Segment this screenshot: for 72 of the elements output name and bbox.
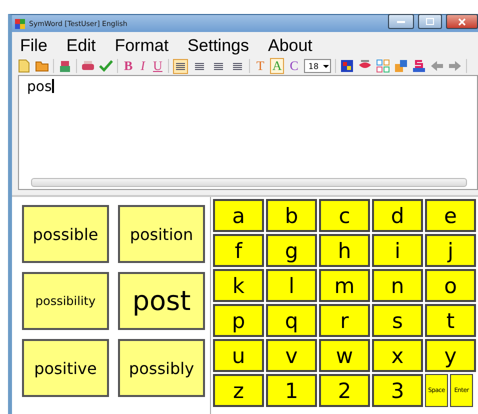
align-icon bbox=[176, 62, 186, 70]
word-prediction[interactable]: possibly bbox=[118, 339, 205, 397]
letter-key[interactable]: c bbox=[319, 199, 370, 232]
paint-icon[interactable] bbox=[394, 59, 408, 73]
word-prediction[interactable]: position bbox=[118, 205, 205, 263]
letter-s-icon[interactable] bbox=[412, 59, 426, 73]
letter-key[interactable]: v bbox=[266, 339, 317, 372]
letter-key[interactable]: 2 bbox=[319, 374, 370, 407]
close-icon bbox=[458, 18, 466, 26]
letter-key[interactable]: p bbox=[213, 304, 264, 337]
left-arrow-icon[interactable] bbox=[430, 59, 444, 73]
word-prediction[interactable]: positive bbox=[22, 339, 109, 397]
text-editor[interactable]: pos bbox=[18, 75, 478, 190]
menu-item[interactable]: File bbox=[20, 36, 48, 56]
align-icon bbox=[214, 62, 224, 70]
letter-key[interactable]: a bbox=[213, 199, 264, 232]
save-icon[interactable] bbox=[58, 59, 72, 73]
letter-key[interactable]: z bbox=[213, 374, 264, 407]
word-prediction[interactable]: post bbox=[118, 272, 205, 330]
app-icon bbox=[15, 18, 25, 28]
letter-key[interactable]: j bbox=[425, 234, 476, 267]
letter-key[interactable]: r bbox=[319, 304, 370, 337]
grid-icon[interactable] bbox=[376, 59, 390, 73]
minimize-button[interactable] bbox=[388, 14, 414, 29]
format-button[interactable]: U bbox=[151, 58, 164, 74]
letter-key[interactable]: y bbox=[425, 339, 476, 372]
letter-key[interactable]: n bbox=[372, 269, 423, 302]
menu-item[interactable]: Settings bbox=[188, 36, 249, 56]
minimize-icon bbox=[397, 20, 405, 23]
letter-key[interactable]: s bbox=[372, 304, 423, 337]
letter-key[interactable]: b bbox=[266, 199, 317, 232]
letter-key[interactable]: g bbox=[266, 234, 317, 267]
printer-icon[interactable] bbox=[81, 59, 95, 73]
align-icon bbox=[195, 62, 204, 70]
word-prediction[interactable]: possibility bbox=[22, 272, 109, 330]
right-arrow-icon[interactable] bbox=[448, 59, 462, 73]
format-button[interactable]: I bbox=[138, 58, 148, 74]
menu-item[interactable]: About bbox=[268, 36, 312, 56]
document-text: pos bbox=[26, 78, 52, 95]
letter-key[interactable]: d bbox=[372, 199, 423, 232]
maximize-icon bbox=[426, 18, 434, 25]
letter-key[interactable]: f bbox=[213, 234, 264, 267]
letter-key[interactable]: 3 bbox=[372, 374, 423, 407]
letter-key[interactable]: t bbox=[425, 304, 476, 337]
picture-icon[interactable] bbox=[340, 59, 354, 73]
letter-key[interactable]: e bbox=[425, 199, 476, 232]
text-cursor bbox=[52, 79, 54, 93]
letter-key[interactable]: x bbox=[372, 339, 423, 372]
letter-key[interactable]: q bbox=[266, 304, 317, 337]
close-button[interactable] bbox=[446, 14, 478, 29]
letter-key[interactable]: k bbox=[213, 269, 264, 302]
align-button[interactable] bbox=[173, 58, 188, 74]
format-button[interactable]: C bbox=[288, 58, 300, 74]
word-prediction[interactable]: possible bbox=[22, 205, 109, 263]
letter-key[interactable]: o bbox=[425, 269, 476, 302]
font-size-select[interactable]: 18 bbox=[304, 59, 331, 73]
format-button[interactable]: B bbox=[122, 58, 135, 74]
letter-key[interactable]: i bbox=[372, 234, 423, 267]
folder-icon[interactable] bbox=[35, 59, 49, 73]
letter-key[interactable]: w bbox=[319, 339, 370, 372]
letter-key[interactable]: 1 bbox=[266, 374, 317, 407]
letter-key[interactable]: l bbox=[266, 269, 317, 302]
letter-key[interactable]: m bbox=[319, 269, 370, 302]
letter-key[interactable]: h bbox=[319, 234, 370, 267]
menu-item[interactable]: Format bbox=[114, 36, 169, 56]
letter-key[interactable]: u bbox=[213, 339, 264, 372]
new-document-icon[interactable] bbox=[17, 59, 31, 73]
maximize-button[interactable] bbox=[418, 14, 442, 29]
check-icon[interactable] bbox=[99, 59, 113, 73]
horizontal-scrollbar[interactable] bbox=[31, 178, 467, 187]
align-icon bbox=[233, 62, 242, 70]
menu-item[interactable]: Edit bbox=[66, 36, 96, 56]
